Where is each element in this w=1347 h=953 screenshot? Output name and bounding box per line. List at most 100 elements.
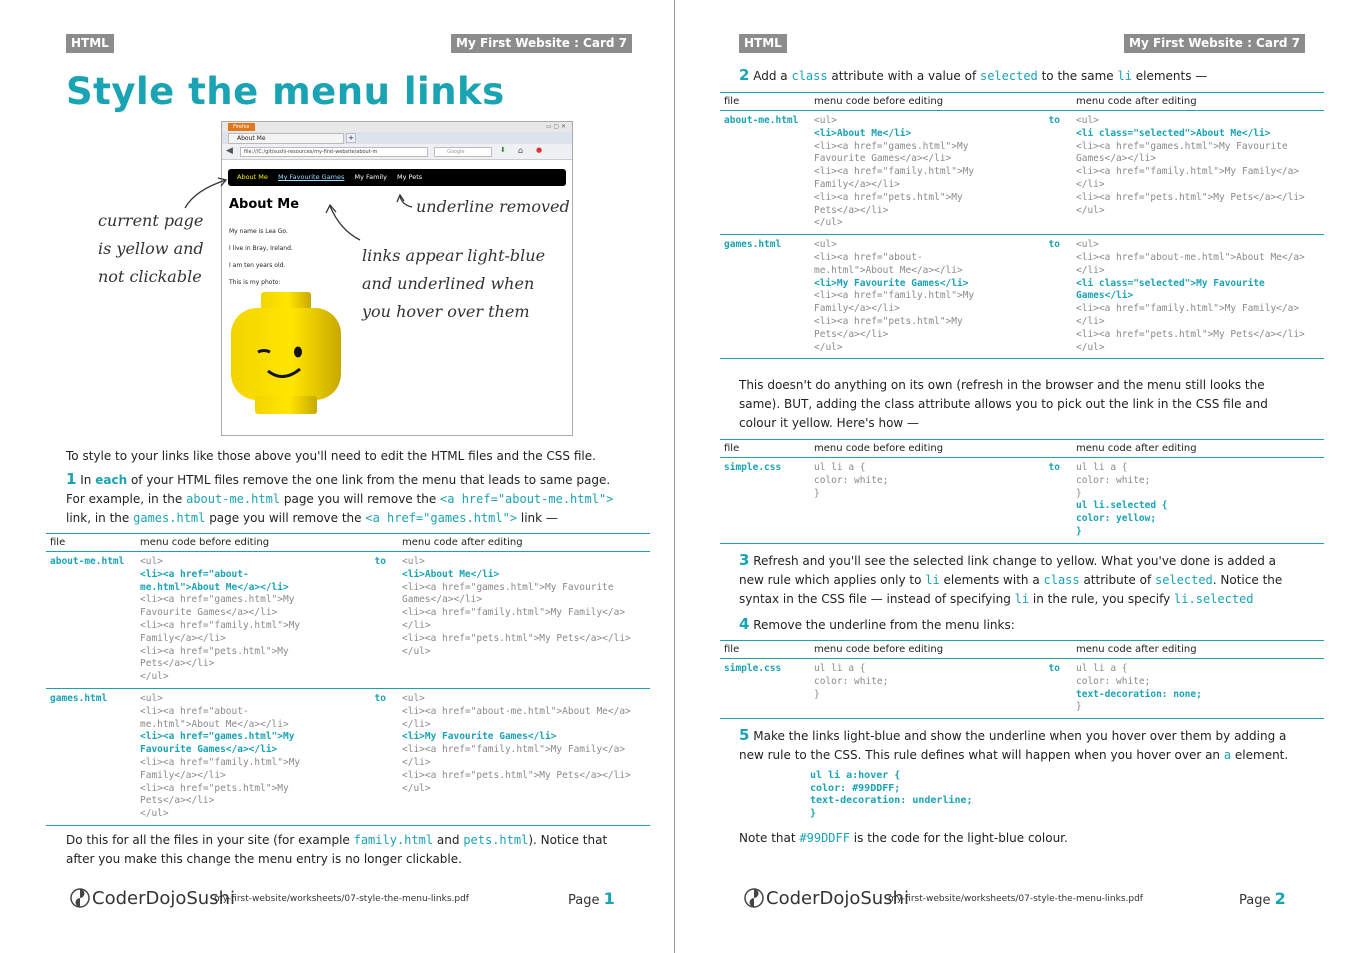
header-after: menu code after editing — [1072, 640, 1324, 659]
text: Remove the underline from the menu links… — [749, 618, 1015, 632]
step-four: 4 Remove the underline from the menu lin… — [739, 615, 1015, 635]
code-line: <ul> — [402, 692, 425, 704]
code-after: <ul> <li><a href="about-me.html">About Me… — [1072, 234, 1324, 360]
header-after: menu code after editing — [1072, 439, 1324, 458]
code-line: <li>About Me</li> — [402, 568, 500, 580]
code-line: } — [814, 487, 820, 499]
code-line: color: white; — [1076, 675, 1151, 687]
text: Do this for all the files in your site (… — [66, 833, 354, 847]
text: element. — [1231, 748, 1289, 762]
intro-text: To style to your links like those above … — [66, 449, 596, 463]
code-before: ul li a {color: white;} — [810, 457, 982, 544]
code-line: <li><a href="family.html">My Family</a><… — [140, 619, 306, 644]
note-line: current page — [98, 211, 204, 230]
page-num: 1 — [603, 889, 615, 908]
text: syntax in the CSS file — instead of spec… — [739, 592, 1015, 606]
css-snippet: ul li a:hover { color: #99DDFF; text-dec… — [810, 770, 973, 820]
footer-path: my-first-website/worksheets/07-style-the… — [214, 894, 469, 904]
header-file: file — [720, 439, 810, 458]
table-row: about-me.html <ul> <li>About Me</li> <li><a… — [720, 110, 1324, 236]
coderdojo-logo: CoderDojoSushi — [744, 885, 909, 911]
page-one: HTML My First Website : Card 7 Style the… — [0, 0, 674, 953]
code-line: <li><a href="pets.html">My Pets</a></li> — [1076, 191, 1305, 203]
code-line: ul li a:hover { — [810, 770, 901, 781]
page-label: Page — [568, 893, 600, 908]
code-line: </ul> — [140, 808, 169, 820]
text: to the same — [1037, 69, 1118, 83]
to-label: to — [982, 658, 1072, 720]
header-before: menu code before editing — [810, 92, 1072, 111]
code-line: <li><a href="about-me.html">About Me</a>… — [1076, 251, 1305, 276]
inline-code: li — [1014, 592, 1030, 606]
text: page you will remove the — [205, 511, 366, 525]
to-label: to — [982, 110, 1072, 236]
table-row: games.html <ul> <li><a href="about-me.html… — [720, 234, 1324, 360]
text: This doesn't do anything on its own (ref… — [739, 378, 1265, 392]
note-text: Note that #99DDFF is the code for the li… — [739, 829, 1068, 848]
step-number: 1 — [66, 470, 77, 488]
note-line: is yellow and — [98, 239, 204, 258]
to-label: to — [308, 551, 398, 689]
text: link — — [517, 511, 558, 525]
code-line: <ul> — [140, 556, 163, 567]
code-line: ul li a { — [1076, 462, 1128, 473]
code-line: color: yellow; — [1076, 513, 1157, 525]
note-line: not clickable — [98, 267, 202, 286]
text: ). Notice that — [528, 833, 608, 847]
code-line: ul li a { — [814, 663, 866, 674]
note-underline: underline removed — [416, 197, 570, 216]
emphasis: each — [95, 473, 128, 487]
code-line: </ul> — [814, 217, 843, 229]
text: of your HTML files remove the one link f… — [127, 473, 611, 487]
text: after you make this change the menu entr… — [66, 852, 462, 866]
text: elements with a — [939, 573, 1044, 587]
text: For example, in the — [66, 492, 187, 506]
code-line: </ul> — [402, 645, 431, 657]
code-line: <li><a href="about-me.html">About Me</a>… — [814, 251, 963, 276]
text: Refresh and you'll see the selected link… — [749, 554, 1277, 568]
text: . Notice the — [1212, 573, 1283, 587]
code-line: } — [1076, 487, 1082, 499]
text: in the rule, you specify — [1029, 592, 1175, 606]
note-line: you hover over them — [362, 302, 530, 321]
text: new rule which applies only to — [739, 573, 926, 587]
text: In — [76, 473, 96, 487]
code-line: ul li a { — [814, 462, 866, 473]
step-number: 2 — [739, 66, 750, 84]
inline-code: a — [1223, 748, 1232, 762]
code-line: <li><a href="pets.html">My Pets</a></li> — [814, 191, 969, 216]
text: Note that — [739, 831, 800, 845]
code-line: </ul> — [1076, 341, 1105, 353]
text: page you will remove the — [280, 492, 441, 506]
code-line: ul li a { — [1076, 663, 1128, 674]
code-after: ul li a {color: white; text-decoration: n… — [1072, 658, 1324, 720]
coderdojo-logo: CoderDojoSushi — [70, 885, 235, 911]
note-current-page: current page is yellow and not clickable — [98, 207, 204, 291]
text: is the code for the light-blue colour. — [849, 831, 1068, 845]
code-line: } — [810, 807, 817, 819]
code-line: <li><a href="family.html">My Family</a><… — [1076, 303, 1300, 327]
html-tag: HTML — [739, 34, 787, 53]
code-line: } — [1076, 701, 1082, 713]
note-line: links appear light-blue — [362, 246, 546, 265]
code-line: <li><a href="family.html">My Family</a><… — [402, 744, 626, 768]
inline-code: class — [791, 69, 828, 83]
step-number: 4 — [739, 615, 750, 633]
inline-code: class — [1043, 573, 1080, 587]
header-after: menu code after editing — [398, 533, 650, 552]
code-line: } — [814, 688, 820, 700]
text: Add a — [749, 69, 792, 83]
code-line: </ul> — [1076, 204, 1105, 216]
code-line: <li><a href="games.html">My Favourite Ga… — [814, 140, 975, 165]
inline-code: games.html — [133, 511, 206, 525]
explain-text: This doesn't do anything on its own (ref… — [739, 376, 1319, 433]
code-line: <li><a href="pets.html">My Pets</a></li> — [814, 315, 969, 340]
file-name: simple.css — [720, 658, 810, 720]
code-line: color: #99DDFF; — [810, 782, 901, 794]
inline-code: family.html — [353, 833, 434, 847]
header-after: menu code after editing — [1072, 92, 1324, 111]
inline-code: about-me.html — [186, 492, 281, 506]
inline-code: #99DDFF — [799, 831, 850, 845]
page-two: HTML My First Website : Card 7 2 Add a c… — [675, 0, 1347, 953]
inline-code: pets.html — [463, 833, 529, 847]
